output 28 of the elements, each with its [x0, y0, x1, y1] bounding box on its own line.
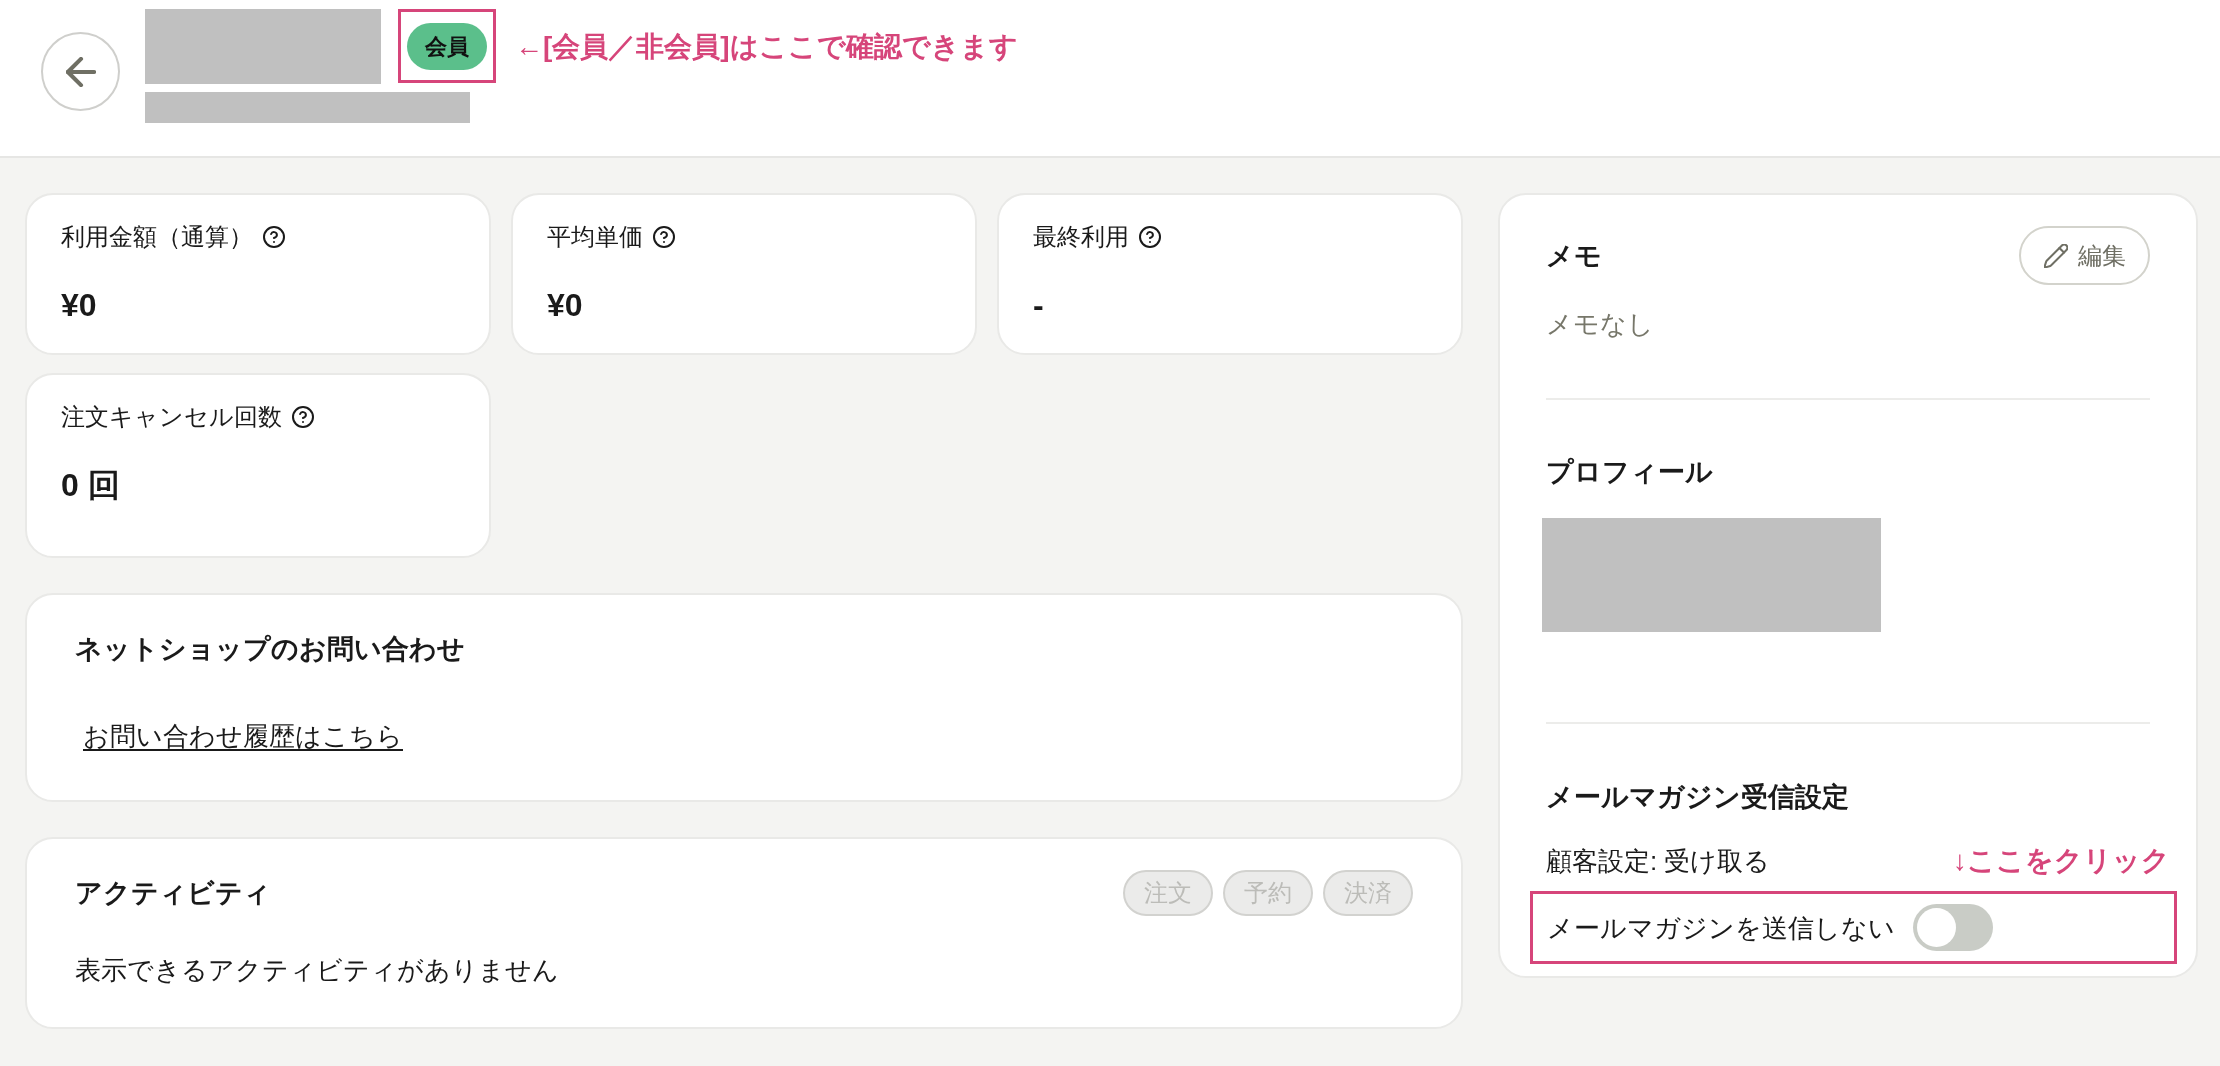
section-title: プロフィール: [1546, 456, 1713, 489]
annotation-text: ←[会員／非会員]はここで確認できます: [515, 29, 1018, 64]
edit-button[interactable]: 編集: [2019, 226, 2150, 285]
card-title: ネットショップのお問い合わせ: [75, 633, 465, 666]
help-icon[interactable]: [263, 226, 285, 248]
toggle-switch[interactable]: [1913, 904, 1993, 951]
annotation-text: ↓ここをクリック: [1953, 844, 2170, 878]
stat-value: 0 回: [61, 466, 120, 505]
stat-value: -: [1033, 286, 1044, 325]
help-icon[interactable]: [1139, 226, 1161, 248]
stat-label: 最終利用: [1033, 222, 1129, 252]
member-badge: 会員: [407, 22, 487, 70]
inquiry-history-link[interactable]: お問い合わせ履歴はこちら: [83, 718, 403, 754]
pencil-icon: [2043, 243, 2068, 268]
help-icon[interactable]: [653, 226, 675, 248]
toggle-label: メールマガジンを送信しない: [1547, 911, 1895, 945]
card-title: アクティビティ: [75, 877, 271, 910]
customer-setting-text: 顧客設定: 受け取る: [1546, 845, 1771, 878]
stat-value: ¥0: [547, 286, 583, 325]
memo-text: メモなし: [1546, 308, 1654, 341]
stat-value: ¥0: [61, 286, 97, 325]
section-title: メールマガジン受信設定: [1546, 781, 1849, 814]
stat-label: 利用金額（通算）: [61, 222, 253, 252]
empty-message: 表示できるアクティビティがありません: [75, 954, 559, 987]
stat-label: 平均単価: [547, 222, 643, 252]
help-icon[interactable]: [292, 406, 314, 428]
section-title: メモ: [1546, 239, 1602, 273]
stat-label: 注文キャンセル回数: [61, 402, 282, 432]
